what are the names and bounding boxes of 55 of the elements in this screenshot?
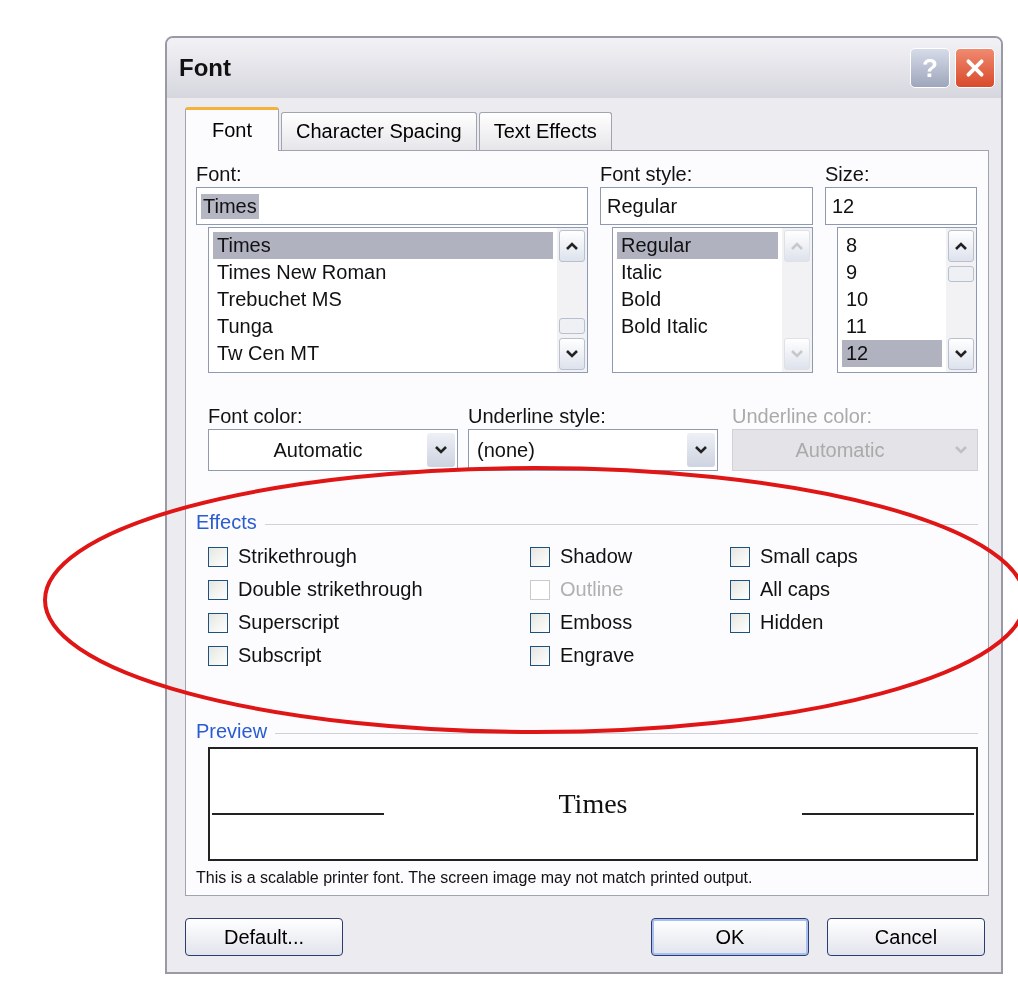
text-field[interactable]: Regular xyxy=(600,187,813,225)
list-item[interactable]: Italic xyxy=(617,259,778,286)
list-item[interactable]: Times New Roman xyxy=(213,259,553,286)
checkbox-option[interactable]: Strikethrough xyxy=(208,540,530,573)
tab[interactable]: Text Effects xyxy=(478,112,612,150)
dialog-button[interactable]: Cancel xyxy=(827,918,985,956)
scrollbar-thumb[interactable] xyxy=(948,266,974,282)
list-item[interactable]: 10 xyxy=(842,286,942,313)
field-label: Underline color: xyxy=(732,404,874,429)
text-field[interactable]: 12 xyxy=(825,187,977,225)
tab[interactable]: Character Spacing xyxy=(281,112,477,150)
list-item[interactable]: Regular xyxy=(617,232,778,259)
field-value: Times xyxy=(201,193,259,219)
field-label: Font style: xyxy=(600,162,694,187)
list-item[interactable]: Tw Cen MT xyxy=(213,340,553,367)
checkbox-option[interactable]: Double strikethrough xyxy=(208,573,530,606)
dialog-button[interactable]: OK xyxy=(651,918,809,956)
checkbox-option[interactable]: Shadow xyxy=(530,540,730,573)
list-item[interactable]: Tunga xyxy=(213,313,553,340)
list-item[interactable]: 11 xyxy=(842,313,942,340)
checkbox-option[interactable]: Hidden xyxy=(730,606,930,639)
scrollbar[interactable] xyxy=(946,228,976,372)
preview-note: This is a scalable printer font. The screen image may not match printed output. xyxy=(196,869,754,887)
scrollbar-thumb[interactable] xyxy=(559,318,585,334)
checkbox-option[interactable]: Emboss xyxy=(530,606,730,639)
list-item[interactable]: 12 xyxy=(842,340,942,367)
list-item[interactable]: Bold Italic xyxy=(617,313,778,340)
dropdown[interactable]: (none) xyxy=(468,429,718,471)
checkbox-option[interactable]: Small caps xyxy=(730,540,930,573)
field-label: Size: xyxy=(825,162,871,187)
field-value: 12 xyxy=(831,193,856,219)
field-label: Underline style: xyxy=(468,404,607,429)
checkbox-option[interactable]: Engrave xyxy=(530,639,730,672)
close-button[interactable] xyxy=(955,48,995,88)
field-label: Font color: xyxy=(208,404,304,429)
group-title: Effects xyxy=(196,511,257,534)
checkbox-option[interactable]: Subscript xyxy=(208,639,530,672)
dropdown[interactable]: Automatic xyxy=(208,429,458,471)
list-item[interactable]: 8 xyxy=(842,232,942,259)
window-title: Font xyxy=(179,54,232,82)
checkbox-option[interactable]: Superscript xyxy=(208,606,530,639)
list-item[interactable]: Trebuchet MS xyxy=(213,286,553,313)
dialog-button[interactable]: Default... xyxy=(185,918,343,956)
list-item[interactable]: Bold xyxy=(617,286,778,313)
close-icon xyxy=(964,57,986,79)
list-item[interactable]: 9 xyxy=(842,259,942,286)
text-field[interactable]: Times xyxy=(196,187,588,225)
list-item[interactable]: Times xyxy=(213,232,553,259)
group-title: Preview xyxy=(196,720,268,743)
scrollbar[interactable] xyxy=(557,228,587,372)
field-label: Font: xyxy=(196,162,243,187)
field-value: Regular xyxy=(606,193,679,219)
preview-text: Times xyxy=(557,788,629,820)
checkbox-option[interactable]: All caps xyxy=(730,573,930,606)
tab[interactable]: Font xyxy=(185,107,280,151)
